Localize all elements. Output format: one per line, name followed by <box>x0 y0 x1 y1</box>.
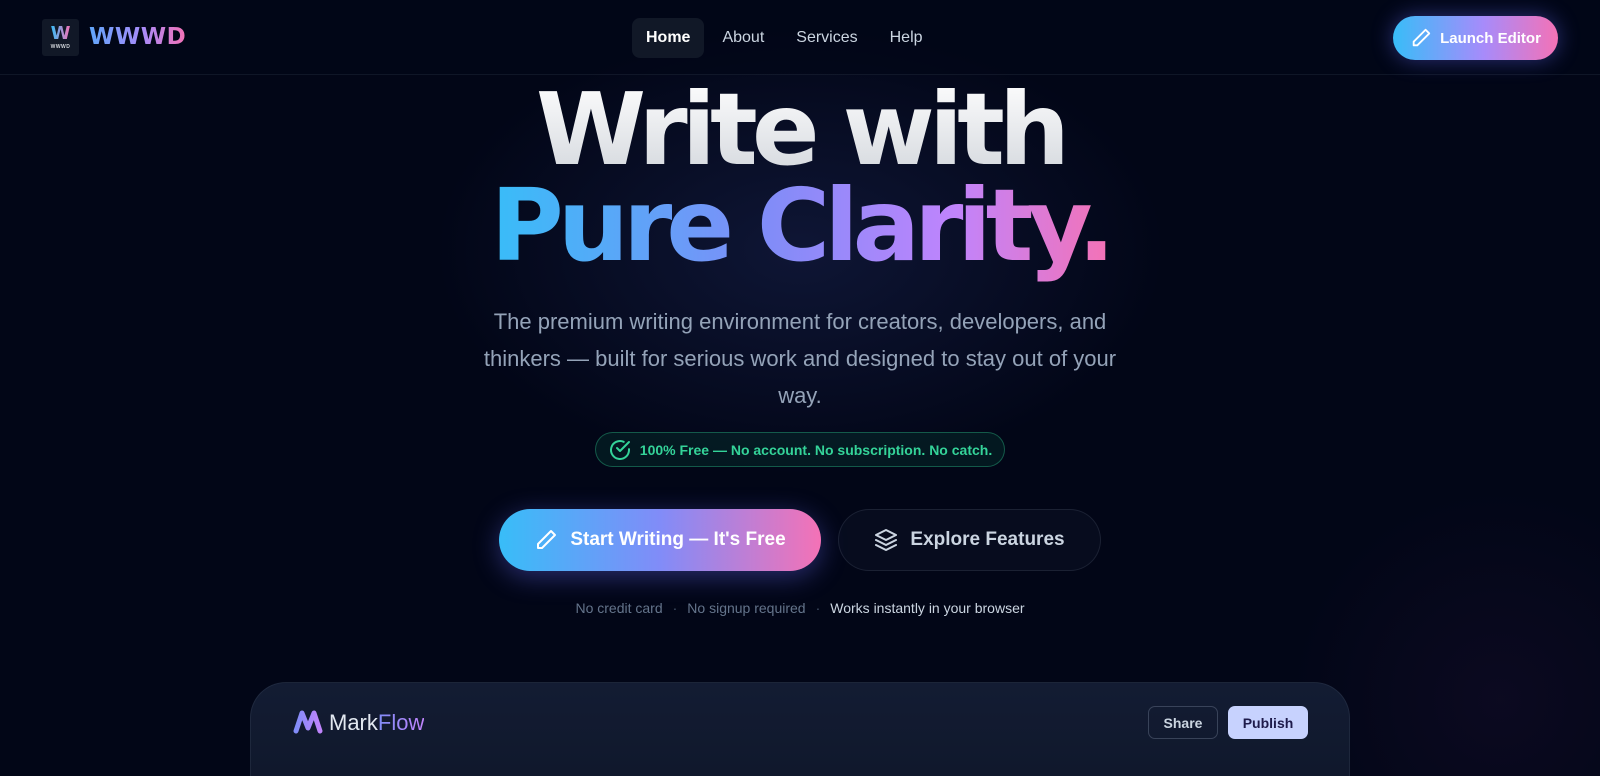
nav-link-help[interactable]: Help <box>876 18 937 58</box>
free-badge-text: 100% Free — No account. No subscription.… <box>639 441 993 458</box>
check-circle-icon <box>609 439 630 460</box>
nav-link-home[interactable]: Home <box>632 18 705 58</box>
hero-title-line2-text: Pure Clarity. <box>490 167 1116 284</box>
explore-features-button[interactable]: Explore Features <box>838 509 1101 571</box>
launch-editor-button[interactable]: Launch Editor <box>1393 16 1558 60</box>
editor-preview-card: MarkFlow Share Publish <box>250 682 1350 776</box>
assurance-no-credit-card: No credit card <box>575 600 663 616</box>
separator-dot: · <box>672 600 678 616</box>
markflow-name-part2: Flow <box>377 710 425 735</box>
layers-icon <box>875 529 898 551</box>
brand-name[interactable]: WWWD <box>89 24 186 50</box>
start-writing-button[interactable]: Start Writing — It's Free <box>499 509 821 571</box>
separator-dot: · <box>815 600 821 616</box>
markflow-logo-icon <box>293 710 323 734</box>
assurance-line: No credit card · No signup required · Wo… <box>0 600 1600 616</box>
markflow-app-name: MarkFlow <box>329 710 424 736</box>
pencil-icon <box>1412 28 1431 47</box>
nav-link-about[interactable]: About <box>708 18 778 58</box>
start-writing-label: Start Writing — It's Free <box>570 529 786 550</box>
publish-button[interactable]: Publish <box>1228 706 1308 739</box>
pencil-icon <box>537 530 557 549</box>
assurance-works-in-browser: Works instantly in your browser <box>830 600 1025 616</box>
site-logo[interactable]: W WWWD <box>42 19 79 56</box>
hero-title-line2: Pure Clarity. <box>0 170 1600 282</box>
nav-link-services[interactable]: Services <box>782 18 871 58</box>
launch-editor-label: Launch Editor <box>1440 29 1541 47</box>
share-button[interactable]: Share <box>1148 706 1218 739</box>
nav-links: Home About Services Help <box>632 18 937 58</box>
free-badge: 100% Free — No account. No subscription.… <box>595 432 1005 467</box>
top-nav: W WWWD WWWD Home About Services Help Lau… <box>0 0 1600 75</box>
hero-subtitle: The premium writing environment for crea… <box>483 309 1117 408</box>
markflow-name-part1: Mark <box>329 710 378 735</box>
logo-subtext: WWWD <box>50 44 71 50</box>
logo-mark: W <box>50 23 71 44</box>
assurance-no-signup: No signup required <box>687 600 806 616</box>
explore-features-label: Explore Features <box>910 529 1065 550</box>
